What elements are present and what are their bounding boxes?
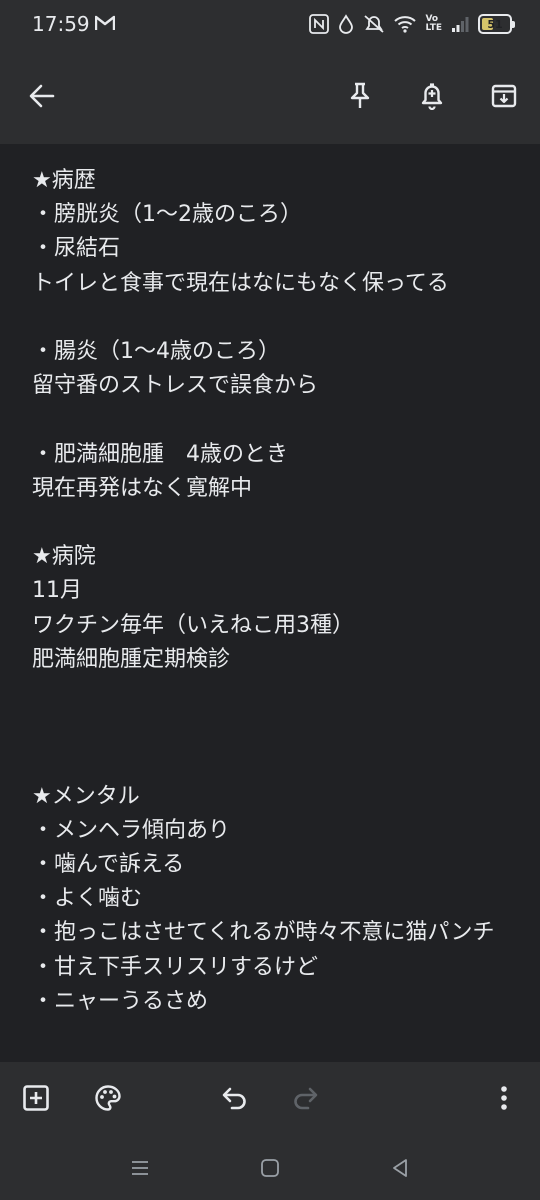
status-bar: 17:59 Vo LTE 51 (0, 0, 540, 48)
note-body[interactable]: ★病歴 ・膀胱炎（1〜2歳のころ） ・尿結石 トイレと食事で現在はなにもなく保っ… (32, 164, 508, 1019)
redo-icon[interactable] (282, 1074, 330, 1122)
system-nav-bar (0, 1134, 540, 1200)
palette-icon[interactable] (84, 1074, 132, 1122)
note-editor[interactable]: ★病歴 ・膀胱炎（1〜2歳のころ） ・尿結石 トイレと食事で現在はなにもなく保っ… (0, 144, 540, 1062)
undo-icon[interactable] (210, 1074, 258, 1122)
more-vert-icon[interactable] (480, 1074, 528, 1122)
battery-level: 51 (487, 17, 503, 31)
status-icons: Vo LTE 51 (309, 12, 515, 36)
back-arrow-icon[interactable] (18, 72, 66, 120)
status-time: 17:59 (32, 12, 90, 36)
gmail-icon (94, 15, 116, 31)
archive-icon[interactable] (480, 72, 528, 120)
pin-icon[interactable] (336, 72, 384, 120)
nfc-icon (309, 14, 330, 34)
home-icon[interactable] (250, 1148, 290, 1188)
wifi-icon (394, 15, 417, 33)
recent-apps-icon[interactable] (120, 1148, 160, 1188)
volte-icon: Vo LTE (425, 14, 442, 33)
data-saver-icon (338, 14, 354, 34)
battery-icon: 51 (478, 14, 515, 34)
mute-icon (363, 14, 385, 34)
app-bar (0, 48, 540, 144)
reminder-bell-icon[interactable] (408, 72, 456, 120)
bottom-toolbar (0, 1062, 540, 1134)
add-box-icon[interactable] (12, 1074, 60, 1122)
signal-icon (451, 15, 469, 33)
back-icon[interactable] (380, 1148, 420, 1188)
